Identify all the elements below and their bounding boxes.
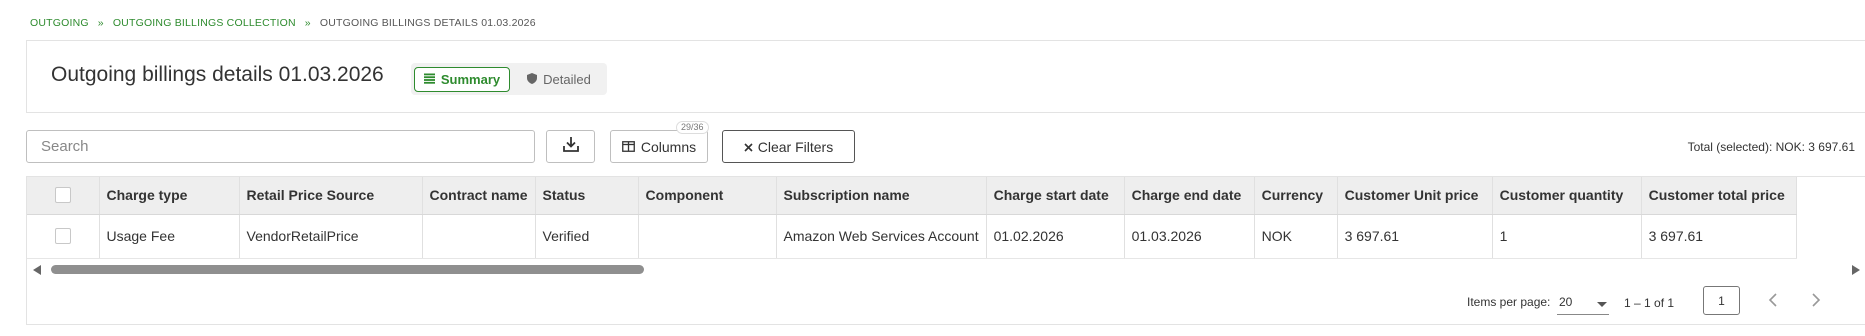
horizontal-scrollbar[interactable]: [27, 263, 1865, 277]
total-selected: Total (selected): NOK: 3 697.61: [1687, 140, 1855, 154]
column-header[interactable]: Subscription name: [776, 177, 987, 215]
breadcrumb-outgoing[interactable]: OUTGOING: [30, 17, 89, 29]
items-per-page-label: Items per page:: [1467, 295, 1551, 309]
chevron-left-icon: [1768, 292, 1778, 310]
paginator: Items per page: 20 1 – 1 of 1 1: [27, 277, 1865, 325]
table-cell: Usage Fee: [99, 214, 240, 259]
table-cell: 01.02.2026: [986, 214, 1125, 259]
detailed-toggle-button[interactable]: Detailed: [519, 67, 599, 92]
table-cell: 1: [1492, 214, 1642, 259]
table-cell: 3 697.61: [1337, 214, 1493, 259]
detailed-label: Detailed: [543, 72, 591, 87]
shield-icon: [527, 72, 538, 87]
chevron-down-icon: [1597, 301, 1607, 307]
row-checkbox[interactable]: [54, 228, 71, 244]
table-cell: Verified: [535, 214, 639, 259]
table-header-row: Charge type Retail Price Source Contract…: [27, 177, 1797, 215]
summary-label: Summary: [440, 72, 501, 87]
items-per-page-value: 20: [1559, 294, 1573, 309]
view-toggle: Summary Detailed: [411, 63, 607, 95]
clear-filters-button[interactable]: Clear Filters: [722, 130, 855, 163]
breadcrumb-billings-collection[interactable]: OUTGOING BILLINGS COLLECTION: [113, 17, 296, 29]
clear-filters-label: Clear Filters: [757, 138, 834, 155]
table-cell: VendorRetailPrice: [239, 214, 423, 259]
next-page-button[interactable]: [1804, 289, 1828, 313]
table-cell: Amazon Web Services Account: [776, 214, 987, 259]
search-input[interactable]: [26, 130, 535, 163]
columns-icon: [621, 139, 635, 155]
columns-button[interactable]: Columns: [610, 130, 708, 163]
scroll-left-arrow-icon[interactable]: [33, 265, 41, 275]
columns-count-badge: 29/36: [676, 121, 709, 134]
page-range-label: 1 – 1 of 1: [1624, 296, 1675, 310]
billings-table: Charge type Retail Price Source Contract…: [26, 176, 1865, 325]
column-header[interactable]: Component: [638, 177, 777, 215]
breadcrumb-separator: »: [304, 17, 311, 29]
column-header[interactable]: Customer quantity: [1492, 177, 1642, 215]
select-all-checkbox[interactable]: [54, 187, 71, 204]
column-header[interactable]: Charge start date: [986, 177, 1125, 215]
table-cell: NOK: [1254, 214, 1338, 259]
columns-label: Columns: [640, 138, 697, 155]
close-icon: [744, 139, 753, 155]
scrollbar-thumb[interactable]: [51, 265, 644, 274]
page-title: Outgoing billings details 01.03.2026: [51, 63, 384, 86]
column-header[interactable]: Currency: [1254, 177, 1338, 215]
column-header[interactable]: Customer Unit price: [1337, 177, 1493, 215]
breadcrumb-separator: »: [97, 17, 104, 29]
select-all-cell: [27, 177, 100, 215]
breadcrumb-current: OUTGOING BILLINGS DETAILS 01.03.2026: [319, 17, 536, 29]
table-cell: [638, 214, 777, 259]
chevron-right-icon: [1811, 292, 1821, 310]
list-icon: [423, 72, 435, 87]
summary-toggle-button[interactable]: Summary: [414, 67, 510, 92]
column-header[interactable]: Contract name: [422, 177, 536, 215]
download-icon: [562, 135, 580, 158]
table-cell: 3 697.61: [1641, 214, 1797, 259]
data-table: Charge type Retail Price Source Contract…: [27, 177, 1797, 259]
column-header[interactable]: Customer total price: [1641, 177, 1797, 215]
table-cell: [422, 214, 536, 259]
column-header[interactable]: Charge end date: [1124, 177, 1255, 215]
column-header[interactable]: Status: [535, 177, 639, 215]
table-cell: 01.03.2026: [1124, 214, 1255, 259]
table-row[interactable]: Usage Fee VendorRetailPrice Verified Ama…: [27, 214, 1797, 259]
breadcrumb: OUTGOING » OUTGOING BILLINGS COLLECTION …: [30, 17, 536, 29]
previous-page-button[interactable]: [1761, 289, 1785, 313]
scroll-right-arrow-icon[interactable]: [1852, 265, 1860, 275]
items-per-page-select[interactable]: 20: [1557, 289, 1609, 315]
column-header[interactable]: Retail Price Source: [239, 177, 423, 215]
page-number-input[interactable]: 1: [1703, 286, 1740, 315]
download-button[interactable]: [546, 130, 595, 163]
header-card: Outgoing billings details 01.03.2026 Sum…: [26, 40, 1865, 113]
row-select-cell: [27, 214, 100, 259]
column-header[interactable]: Charge type: [99, 177, 240, 215]
